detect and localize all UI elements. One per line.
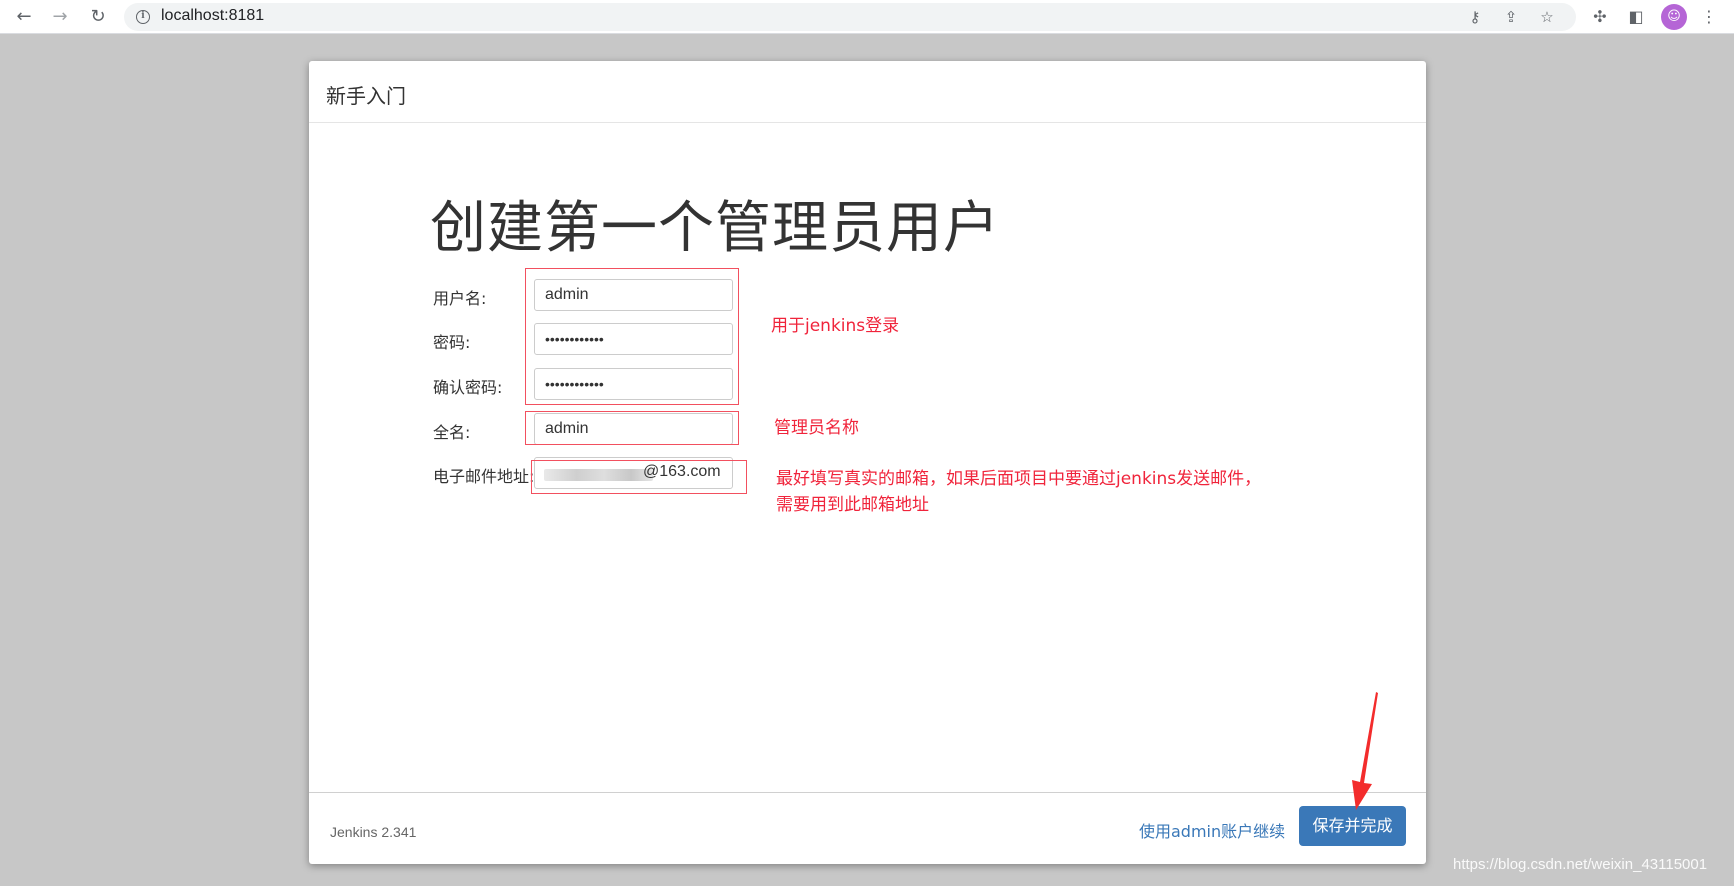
email-domain-text: @163.com [643,463,721,480]
page-title: 创建第一个管理员用户 [430,196,1000,261]
back-icon[interactable]: ← [10,4,38,30]
browser-menu-icon[interactable]: ⋮ [1697,5,1721,29]
fullname-label: 全名: [433,423,471,442]
url-text[interactable]: localhost:8181 [161,7,264,25]
csdn-watermark: https://blog.csdn.net/weixin_43115001 [1453,856,1708,873]
continue-as-admin-link[interactable]: 使用admin账户继续 [1139,818,1285,842]
reload-icon[interactable]: ↻ [84,4,112,30]
jenkins-version: Jenkins 2.341 [330,824,417,840]
bookmark-star-icon[interactable]: ☆ [1536,7,1558,27]
login-note: 用于jenkins登录 [771,316,900,336]
dialog-header: 新手入门 [309,61,1426,123]
key-icon[interactable]: ⚷ [1464,7,1486,27]
forward-icon[interactable]: → [46,4,74,30]
red-arrow-annotation [1352,692,1378,810]
username-label: 用户名: [433,289,487,308]
address-bar[interactable]: i localhost:8181 ⚷ ⇪ ☆ [124,3,1576,31]
browser-toolbar: ← → ↻ i localhost:8181 ⚷ ⇪ ☆ ✣ ◧ ☺ ⋮ [0,0,1734,34]
dialog-header-title: 新手入门 [326,84,406,108]
profile-avatar[interactable]: ☺ [1661,4,1687,30]
confirm-password-label: 确认密码: [433,378,503,397]
share-icon[interactable]: ⇪ [1500,7,1522,27]
email-note-line1: 最好填写真实的邮箱，如果后面项目中要通过jenkins发送邮件， [776,469,1262,489]
email-label: 电子邮件地址: [433,467,535,486]
fullname-input[interactable] [534,413,733,445]
side-panel-icon[interactable]: ◧ [1624,5,1648,29]
email-redacted-blur [544,469,653,481]
fullname-note: 管理员名称 [774,418,859,438]
confirm-password-input[interactable]: •••••••••••• [534,368,733,400]
email-note-line2: 需要用到此邮箱地址 [776,495,929,515]
setup-wizard-dialog: 新手入门 创建第一个管理员用户 用户名: 密码: •••••••••••• 确认… [309,61,1426,864]
save-and-finish-button[interactable]: 保存并完成 [1299,806,1406,846]
site-info-icon[interactable]: i [136,10,150,24]
password-input[interactable]: •••••••••••• [534,323,733,355]
username-input[interactable] [534,279,733,311]
extensions-icon[interactable]: ✣ [1588,5,1612,29]
password-label: 密码: [433,333,471,352]
